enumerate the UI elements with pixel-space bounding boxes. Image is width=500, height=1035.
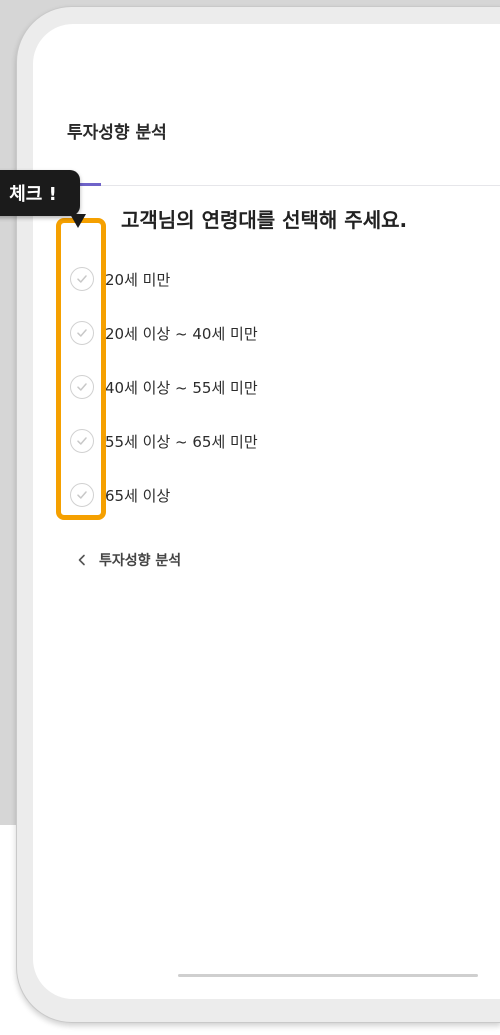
option-label: 55세 이상 ~ 65세 미만 — [105, 432, 258, 451]
option-label: 65세 이상 — [105, 486, 171, 505]
option-label: 40세 이상 ~ 55세 미만 — [105, 378, 258, 397]
age-option[interactable]: 20세 이상 ~ 40세 미만 — [70, 318, 370, 348]
checkbox-highlight-box — [56, 218, 106, 520]
age-option[interactable]: 65세 이상 — [70, 480, 370, 510]
check-callout: 체크 ! — [0, 170, 80, 216]
callout-text: 체크 ! — [9, 184, 57, 205]
callout-tail — [70, 214, 86, 228]
age-option[interactable]: 40세 이상 ~ 55세 미만 — [70, 372, 370, 402]
option-label: 20세 이상 ~ 40세 미만 — [105, 324, 258, 343]
home-indicator — [178, 974, 478, 977]
option-label: 20세 미만 — [105, 270, 171, 289]
back-link[interactable]: 투자성향 분석 — [77, 548, 181, 572]
age-option[interactable]: 20세 미만 — [70, 264, 370, 294]
app-header: 투자성향 분석 — [33, 24, 500, 186]
back-link-label: 투자성향 분석 — [99, 553, 182, 569]
chevron-left-icon[interactable] — [77, 554, 87, 566]
question-title: 고객님의 연령대를 선택해 주세요. — [121, 208, 408, 232]
age-option[interactable]: 55세 이상 ~ 65세 미만 — [70, 426, 370, 456]
header-title: 투자성향 분석 — [67, 123, 167, 143]
